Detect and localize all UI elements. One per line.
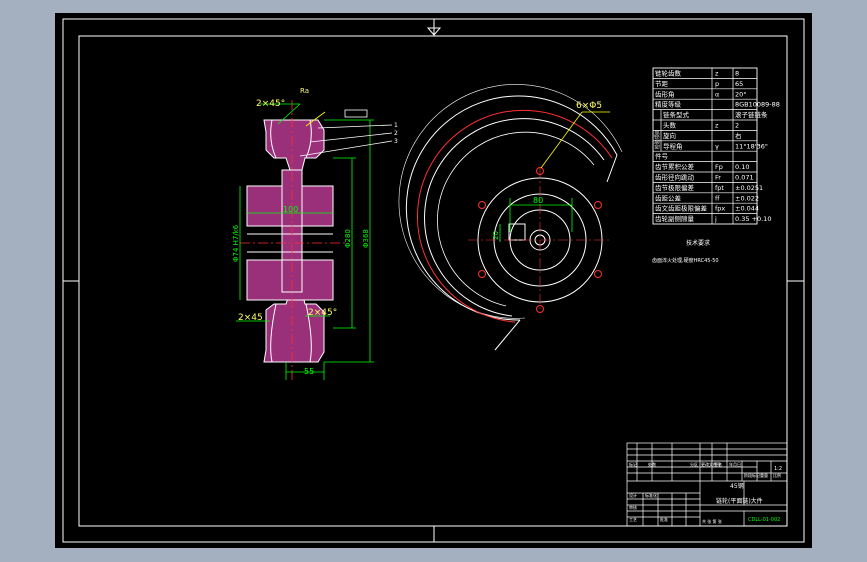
param-val-2: 20° <box>735 90 747 98</box>
param-name-10: 齿形径向跳动 <box>655 173 695 182</box>
param-val-0: 8 <box>735 70 739 78</box>
param-val-13: ±0.044 <box>735 205 759 213</box>
tb-scale-value: 1:2 <box>774 466 782 472</box>
tb-review-label: 审核 <box>629 504 637 510</box>
param-name-5: 头数 <box>663 121 677 130</box>
leader-number-1: 1 <box>394 122 398 129</box>
tb-approve-label: 批准 <box>660 516 668 522</box>
param-name-8: 件号 <box>655 152 669 161</box>
tb-standard-label: 标准化 <box>645 492 657 498</box>
param-name-2: 齿形角 <box>655 89 675 98</box>
param-name-11: 齿节极限偏差 <box>655 183 695 192</box>
drawing-sheet <box>55 13 812 548</box>
param-sym-12: ff <box>715 194 720 202</box>
param-name-4: 链条型式 <box>663 110 690 119</box>
param-val-7: 11°18'36" <box>735 142 768 150</box>
tech-notes-title: 技术要求 <box>686 239 710 247</box>
tb-date-label: 年月日 <box>729 461 741 467</box>
leader-number-2: 2 <box>394 130 398 137</box>
tb-zone-label: 分区 <box>690 461 698 467</box>
param-val-12: ±0.022 <box>735 194 759 202</box>
keyway-dimension: 20 <box>492 231 500 240</box>
tb-sign-label: 签名 <box>714 461 722 467</box>
chamfer-bottom-left-label: 2×45 <box>238 313 263 323</box>
hub-length-dimension: 55 <box>304 367 314 376</box>
hub-width-dimension: 80 <box>533 196 543 205</box>
param-val-14: 0.35 +0.10 <box>735 215 771 223</box>
param-sym-10: Fr <box>715 174 721 182</box>
bore-dimension: Φ74 H7/k6 <box>232 224 240 262</box>
tb-weight-label: 重量 <box>760 472 768 478</box>
param-sym-11: fpt <box>715 184 724 192</box>
chamfer-bottom-right-label: 2×45° <box>308 308 337 318</box>
cad-drawing-canvas: 2×45° Ra 1 2 3 100 Φ74 H7/k6 Φ280 Φ368 2… <box>55 13 812 548</box>
surface-mark-label: Ra <box>300 87 309 95</box>
tb-material: 45钢 <box>730 482 744 490</box>
tb-drawing-number: CDLL-01-002 <box>748 517 780 523</box>
param-name-13: 齿文齿距极限偏差 <box>655 204 708 213</box>
param-name-9: 齿节累积公差 <box>655 162 695 171</box>
param-val-5: 2 <box>735 122 739 130</box>
param-sym-0: z <box>715 70 719 78</box>
param-name-6: 旋向 <box>663 131 676 140</box>
param-val-3: 8GB10089-88 <box>735 101 780 109</box>
leader-number-3: 3 <box>394 138 398 145</box>
param-name-1: 节距 <box>655 80 669 88</box>
tb-stage-label: 阶段标记 <box>744 472 760 478</box>
tb-design-label: 设计 <box>629 492 637 498</box>
param-sym-1: p <box>715 80 719 88</box>
param-name-7: 导程角 <box>663 141 683 150</box>
param-sym-5: z <box>715 122 719 130</box>
param-val-1: 65 <box>735 80 743 88</box>
tb-process-label: 工艺 <box>629 517 637 522</box>
param-name-3: 精度等级 <box>655 100 682 109</box>
tb-part-name: 链轮(平面链)大件 <box>716 497 763 505</box>
param-side-label: 检验项目 <box>654 129 661 149</box>
holes-callout: 6×Φ5 <box>576 101 602 111</box>
outer-diameter-dimension: Φ368 <box>362 229 370 248</box>
tb-sheet-info: 共 张 第 张 <box>702 518 722 524</box>
param-sym-9: Fp <box>715 163 723 171</box>
param-val-11: ±0.0251 <box>735 184 763 192</box>
tb-mark-label: 标记 <box>629 461 637 467</box>
width-dimension: 100 <box>283 205 298 214</box>
param-sym-13: fpx <box>715 205 725 213</box>
param-name-14: 齿轮副侧隙量 <box>655 214 695 223</box>
param-sym-2: α <box>715 90 719 98</box>
inner-diameter-dimension: Φ280 <box>344 229 352 248</box>
tb-ratio-label: 比例 <box>773 472 781 478</box>
chamfer-top-label: 2×45° <box>256 99 285 109</box>
param-val-4: 滚子链链条 <box>735 110 768 119</box>
tech-notes-line-1: 齿面淬火处理,硬度HRC45-50 <box>652 257 719 264</box>
tb-count-label: 处数 <box>648 461 656 467</box>
param-val-6: 右 <box>735 131 742 140</box>
param-name-12: 齿距公差 <box>655 193 682 202</box>
param-val-10: 0.071 <box>735 174 754 182</box>
param-sym-7: γ <box>715 142 719 150</box>
param-name-0: 链轮齿数 <box>655 69 682 78</box>
param-val-9: 0.10 <box>735 163 749 171</box>
param-sym-14: j <box>714 215 717 223</box>
